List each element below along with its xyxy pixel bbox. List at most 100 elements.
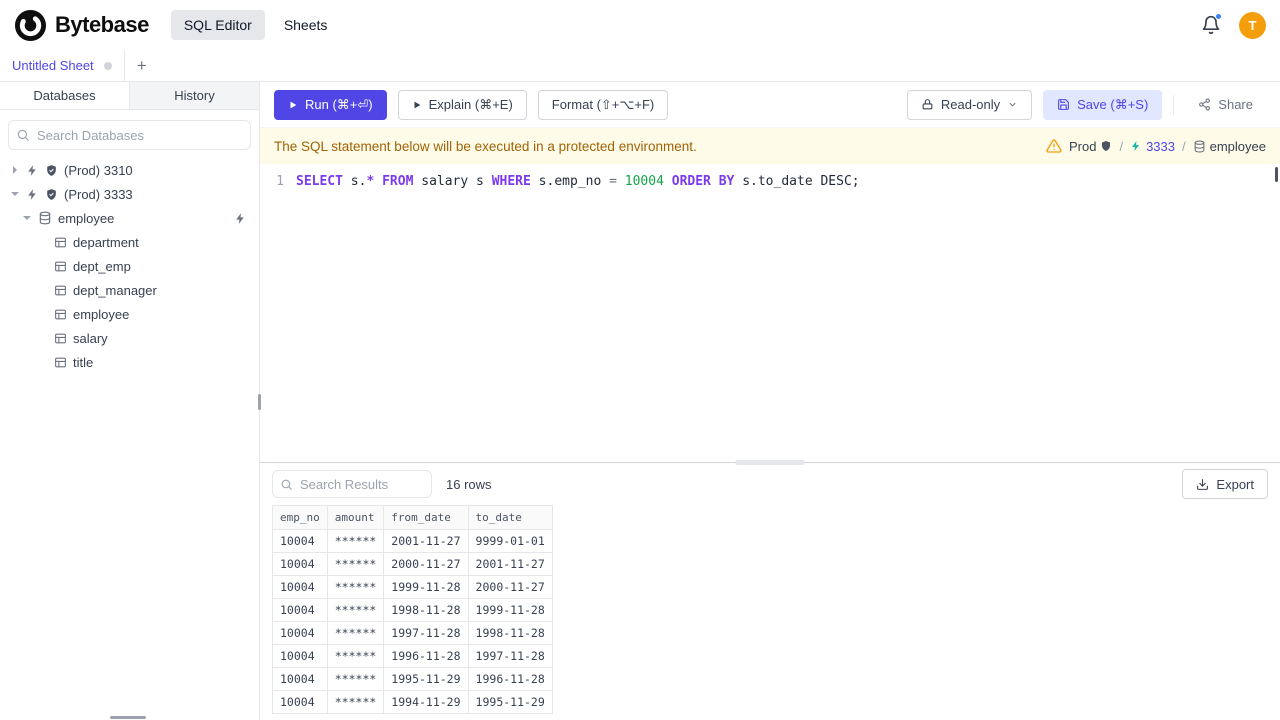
topbar: Bytebase SQL Editor Sheets T	[0, 0, 1280, 50]
database-icon	[39, 211, 51, 225]
lock-icon	[922, 99, 933, 110]
sheet-close-dot[interactable]	[103, 61, 112, 70]
panel-resize-handle[interactable]	[735, 460, 805, 465]
save-icon	[1058, 99, 1070, 110]
results-cell: 10004	[272, 621, 328, 645]
results-row[interactable]: 10004 ****** 1999-11-28 2000-11-27	[272, 575, 553, 599]
results-cell: 1995-11-29	[467, 690, 553, 714]
results-row[interactable]: 10004 ****** 2001-11-27 9999-01-01	[272, 529, 553, 553]
explain-button[interactable]: Explain (⌘+E)	[397, 89, 527, 120]
results-cell: ******	[326, 667, 385, 691]
sql-token: SELECT	[296, 174, 343, 189]
results-cell: 1996-11-28	[467, 667, 553, 691]
breadcrumb-environment[interactable]: Prod	[1069, 139, 1112, 154]
editor-vscroll-thumb[interactable]	[1275, 167, 1278, 182]
results-header-row: emp_no amount from_date to_date	[272, 505, 553, 530]
tree-instance-3333[interactable]: (Prod) 3333	[0, 182, 259, 206]
play-icon	[290, 101, 297, 108]
tree-database-employee[interactable]: employee	[0, 206, 259, 230]
tree-table-department[interactable]: department	[0, 230, 259, 254]
sql-token: s.to_date DESC;	[734, 174, 860, 189]
toolbar-right: Read-only Save (⌘+S) Share	[906, 89, 1266, 120]
save-label: Save (⌘+S)	[1077, 96, 1149, 112]
notification-bell-icon[interactable]	[1201, 13, 1222, 35]
readonly-mode-button[interactable]: Read-only	[906, 89, 1033, 120]
add-sheet-button[interactable]: +	[125, 50, 159, 81]
sql-token: =	[609, 174, 617, 189]
save-button[interactable]: Save (⌘+S)	[1043, 89, 1163, 120]
results-cell: 2001-11-27	[467, 552, 553, 576]
tree-table-dept-emp[interactable]: dept_emp	[0, 254, 259, 278]
database-search	[8, 120, 251, 150]
table-icon	[55, 333, 66, 343]
editor-toolbar: Run (⌘+⏎) Explain (⌘+E) Format (⇧+⌥+F) R…	[260, 82, 1280, 128]
sql-token: s.	[342, 174, 367, 189]
tree-table-title[interactable]: title	[0, 350, 259, 374]
connection-bolt-icon[interactable]	[234, 212, 247, 225]
tab-databases[interactable]: Databases	[0, 82, 130, 109]
tree-table-label: dept_emp	[73, 258, 131, 274]
caret-down-icon[interactable]	[22, 213, 32, 223]
results-cell: ******	[326, 644, 385, 668]
breadcrumb-database[interactable]: employee	[1193, 139, 1266, 154]
editor-panel: Run (⌘+⏎) Explain (⌘+E) Format (⇧+⌥+F) R…	[260, 82, 1280, 720]
sql-editor[interactable]: 1 SELECT s.* FROM salary s WHERE s.emp_n…	[260, 164, 1280, 462]
brand: Bytebase	[14, 9, 149, 42]
tree-table-label: department	[73, 234, 139, 250]
tree-table-salary[interactable]: salary	[0, 326, 259, 350]
results-row[interactable]: 10004 ****** 1998-11-28 1999-11-28	[272, 598, 553, 622]
results-cell: 10004	[272, 667, 328, 691]
avatar[interactable]: T	[1239, 11, 1266, 39]
results-cell: 1998-11-28	[383, 598, 469, 622]
results-column-header[interactable]: to_date	[467, 505, 553, 530]
results-row[interactable]: 10004 ****** 2000-11-27 2001-11-27	[272, 552, 553, 576]
results-cell: 2000-11-27	[383, 552, 469, 576]
tree-database-label: employee	[58, 210, 115, 226]
export-button[interactable]: Export	[1182, 469, 1268, 499]
results-header: 16 rows Export	[260, 463, 1280, 505]
caret-down-icon[interactable]	[10, 189, 20, 199]
sql-token: FROM	[382, 174, 414, 189]
results-cell: ******	[326, 552, 385, 576]
results-row[interactable]: 10004 ****** 1996-11-28 1997-11-28	[272, 644, 553, 668]
tree-table-dept-manager[interactable]: dept_manager	[0, 278, 259, 302]
results-cell: 1999-11-28	[467, 598, 553, 622]
nav-sql-editor[interactable]: SQL Editor	[170, 10, 265, 40]
search-icon	[17, 129, 29, 141]
tree-instance-3310[interactable]: (Prod) 3310	[0, 158, 259, 182]
format-button[interactable]: Format (⇧+⌥+F)	[537, 89, 669, 120]
tab-history[interactable]: History	[130, 82, 259, 109]
brand-name: Bytebase	[55, 12, 149, 37]
tree-table-employee[interactable]: employee	[0, 302, 259, 326]
play-icon	[414, 101, 420, 108]
results-column-header[interactable]: amount	[326, 505, 385, 530]
results-column-header[interactable]: from_date	[383, 505, 469, 530]
results-row[interactable]: 10004 ****** 1994-11-29 1995-11-29	[272, 690, 553, 714]
caret-right-icon[interactable]	[10, 165, 20, 175]
results-column-header[interactable]: emp_no	[272, 505, 328, 530]
sheet-tab-untitled[interactable]: Untitled Sheet	[0, 50, 125, 81]
sidebar-hscroll-thumb[interactable]	[110, 716, 146, 719]
sheet-tab-bar: Untitled Sheet +	[0, 50, 1280, 82]
results-cell: 1994-11-29	[383, 690, 469, 714]
results-cell: 9999-01-01	[467, 529, 553, 553]
download-icon	[1197, 478, 1209, 490]
results-row[interactable]: 10004 ****** 1997-11-28 1998-11-28	[272, 621, 553, 645]
format-label: Format (⇧+⌥+F)	[551, 96, 655, 112]
environment-shield-icon	[47, 188, 56, 200]
tree-table-label: salary	[73, 330, 108, 346]
search-databases-input[interactable]	[8, 120, 251, 150]
results-cell: 1997-11-28	[467, 644, 553, 668]
export-label: Export	[1216, 476, 1254, 492]
run-button[interactable]: Run (⌘+⏎)	[274, 89, 387, 120]
breadcrumb-instance[interactable]: 3333	[1130, 139, 1175, 154]
results-panel: 16 rows Export emp_noamountfrom_dateto_d…	[260, 460, 1280, 720]
results-row[interactable]: 10004 ****** 1995-11-29 1996-11-28	[272, 667, 553, 691]
instance-label: 3333	[1146, 138, 1175, 154]
search-results-input[interactable]	[272, 470, 432, 498]
nav-sheets[interactable]: Sheets	[271, 10, 341, 40]
share-button[interactable]: Share	[1185, 90, 1266, 120]
search-icon	[281, 479, 292, 490]
